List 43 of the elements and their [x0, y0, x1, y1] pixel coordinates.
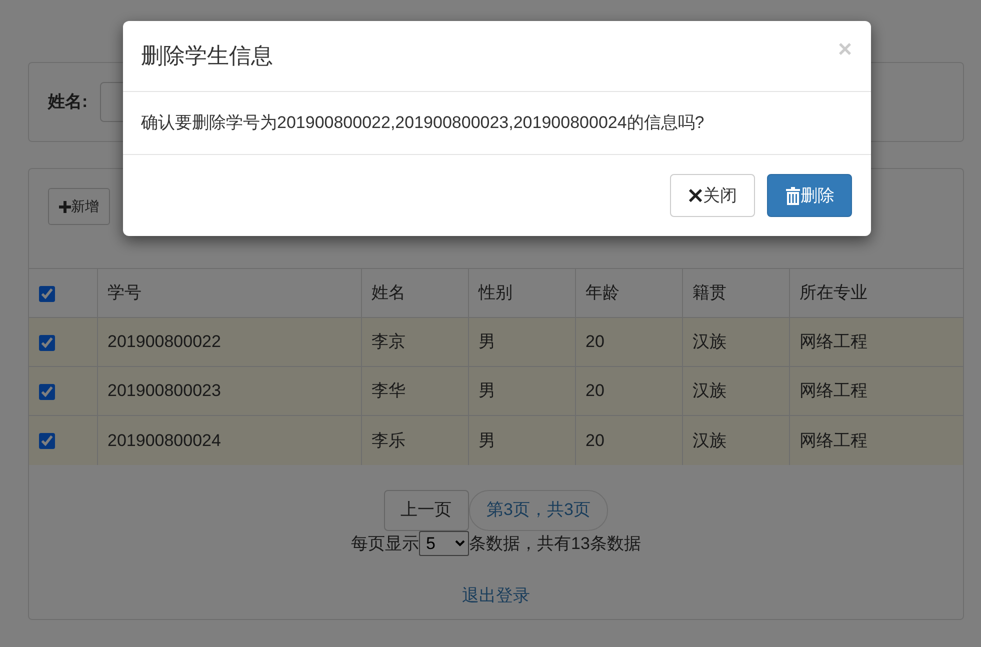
table-cell: 网络工程	[800, 430, 868, 450]
page-indicator: 第3页，共3页	[468, 490, 608, 530]
column-header: 姓名	[372, 283, 406, 302]
column-header: 籍贯	[692, 283, 726, 302]
table-cell: 李乐	[372, 430, 406, 450]
table-cell: 201900800022	[108, 332, 221, 352]
x-icon	[688, 188, 703, 203]
row-checkbox[interactable]	[39, 433, 55, 450]
trash-icon	[784, 186, 800, 204]
add-button[interactable]: 新增	[48, 188, 110, 225]
dialog-title: 删除学生信息	[141, 42, 273, 70]
page-size-select[interactable]: 5	[419, 530, 470, 556]
name-label: 姓名:	[48, 91, 88, 114]
table-cell: 男	[478, 332, 496, 352]
table-cell: 20	[586, 381, 604, 400]
table-cell: 李华	[372, 381, 406, 400]
column-header: 年龄	[586, 283, 620, 302]
close-button[interactable]: 关闭	[670, 174, 755, 217]
column-header: 性别	[478, 283, 512, 302]
table-cell: 男	[478, 381, 496, 400]
table-cell: 男	[478, 430, 496, 450]
table-cell: 汉族	[692, 430, 726, 450]
table-cell: 201900800024	[108, 430, 221, 450]
row-checkbox[interactable]	[39, 334, 55, 351]
previous-page-button[interactable]: 上一页	[384, 490, 469, 530]
table-cell: 李京	[372, 332, 406, 352]
table-cell: 网络工程	[800, 381, 868, 400]
table-cell: 20	[586, 332, 604, 352]
record-count-text: 条数据，共有13条数据	[469, 532, 641, 554]
table-cell: 20	[586, 430, 604, 450]
table-cell: 网络工程	[800, 332, 868, 352]
row-checkbox[interactable]	[39, 384, 55, 400]
confirm-message: 确认要删除学号为201900800022,201900800023,201900800024的信息吗?	[141, 112, 704, 134]
plus-icon	[59, 200, 71, 212]
column-header: 所在专业	[800, 283, 868, 302]
table-cell: 汉族	[692, 332, 726, 352]
per-page-label: 每页显示	[351, 532, 420, 554]
logout-link[interactable]: 退出登录	[462, 586, 530, 605]
table-cell: 汉族	[692, 381, 726, 400]
delete-button[interactable]: 删除	[767, 174, 852, 217]
select-all-checkbox[interactable]	[39, 286, 55, 302]
table-cell: 201900800023	[108, 381, 221, 400]
column-header: 学号	[108, 283, 142, 302]
